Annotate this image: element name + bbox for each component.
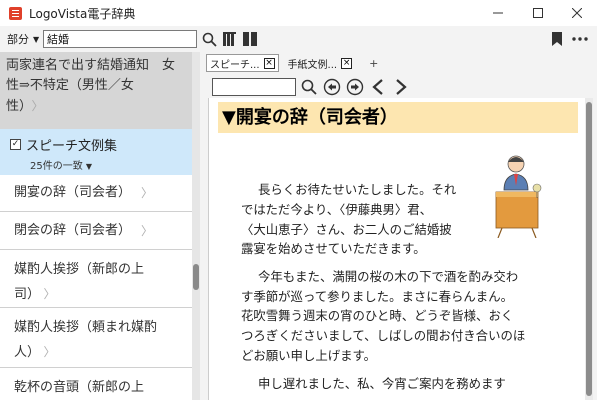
previous-match-button[interactable] (368, 77, 388, 97)
bookmark-button[interactable] (548, 30, 566, 48)
result-item-label: 乾杯の音頭（新郎の上 (14, 380, 145, 395)
search-icon (202, 32, 217, 47)
result-item[interactable]: 媒酌人挨拶（頼まれ媒酌 人） 〉 (0, 308, 192, 368)
paragraph-line: 〈大山恵子〉さん、お二人のご結婚披 (241, 222, 452, 237)
result-item-line: 性） 〉 (6, 96, 186, 117)
group-count-text: 25件の一致 (30, 161, 83, 172)
chevron-right-icon: 〉 (141, 223, 154, 238)
chevron-right-icon: 〉 (31, 99, 44, 113)
dropdown-caret-icon: ▼ (33, 34, 40, 44)
forward-button[interactable] (345, 77, 365, 97)
chevron-right-icon: 〉 (141, 186, 154, 200)
result-item-line: 性⇒不特定（男性／女 (6, 78, 134, 93)
close-window-button[interactable] (557, 0, 597, 26)
paragraph-line: す季節が巡って参りました。まさに春らんまん。 (241, 289, 513, 304)
more-icon (572, 37, 588, 41)
next-arrow-icon (396, 79, 407, 95)
books-icon (223, 32, 236, 46)
search-button[interactable] (200, 30, 218, 48)
entry-heading: ▼開宴の辞（司会者） (218, 102, 578, 133)
group-name: スピーチ文例集 (26, 139, 118, 154)
prev-arrow-icon (372, 79, 383, 95)
results-scrollbar-thumb[interactable] (193, 264, 199, 290)
search-input[interactable] (43, 30, 197, 48)
tab-close-button[interactable]: × (341, 57, 353, 69)
minimize-icon (493, 12, 503, 14)
paragraph-line: 長らくお待たせいたしました。それ (258, 182, 457, 197)
paragraph-line: どお願い申し上げます。 (241, 348, 377, 363)
forward-icon (346, 78, 364, 96)
back-button[interactable] (322, 77, 342, 97)
in-document-nav (212, 77, 411, 97)
result-item[interactable]: 開宴の辞（司会者） 〉 (0, 175, 192, 212)
result-item-label: 司） (14, 287, 34, 302)
result-item[interactable]: 両家連名で出す結婚通知 女 性⇒不特定（男性／女 性） 〉 (0, 52, 192, 129)
back-icon (323, 78, 341, 96)
layout-button[interactable] (241, 30, 259, 48)
maximize-button[interactable] (518, 0, 558, 26)
maximize-icon (533, 8, 543, 18)
minimize-button[interactable] (478, 0, 518, 26)
result-item-line: 司） 〉 (14, 282, 178, 307)
next-match-button[interactable] (391, 77, 411, 97)
paragraph-line: ではただ今より、〈伊藤典男〉君、 (241, 202, 433, 217)
dictionaries-button[interactable] (222, 30, 240, 48)
paragraph-line: 花吹雪舞う週末の宵のひと時、どうぞ皆様、おく (241, 308, 514, 323)
result-item-label: 閉会の辞（司会者） (14, 222, 132, 238)
result-item[interactable]: 乾杯の音頭（新郎の上 (0, 368, 192, 400)
result-item-label: 人） (14, 345, 34, 360)
window-title: LogoVista電子辞典 (29, 6, 136, 21)
group-count[interactable]: 25件の一致 ▼ (30, 157, 182, 172)
search-icon (301, 79, 317, 95)
result-item-label: 媒酌人挨拶（頼まれ媒酌 (14, 320, 158, 335)
paragraph-line: 今年もまた、満開の桜の木の下で酒を酌み交わ (258, 269, 519, 284)
find-button[interactable] (299, 77, 319, 97)
tab-label: 手紙文例... (287, 59, 338, 71)
tab-letters[interactable]: 手紙文例... × (285, 54, 356, 72)
result-item-line: 両家連名で出す結婚通知 女 (6, 58, 176, 73)
find-in-page-input[interactable] (212, 78, 296, 96)
search-mode-dropdown[interactable]: 部分 ▼ (7, 31, 39, 47)
tab-speech[interactable]: スピーチ... × (206, 54, 279, 72)
bookmark-icon (552, 32, 562, 46)
tab-close-button[interactable]: × (263, 57, 275, 69)
chevron-right-icon: 〉 (43, 345, 56, 359)
paragraph-line: つろぎくださいまして、しばしの間お付き合いのほ (241, 328, 526, 343)
document-scrollbar-thumb[interactable] (586, 102, 592, 396)
result-item-line-text: 性） (6, 99, 26, 114)
tab-label: スピーチ... (210, 59, 260, 71)
result-group-header[interactable]: ✓ スピーチ文例集 25件の一致 ▼ (0, 129, 192, 175)
results-scrollbar[interactable] (192, 52, 200, 400)
add-tab-button[interactable]: + (369, 57, 378, 70)
chevron-right-icon: 〉 (43, 287, 56, 301)
result-item-label: 媒酌人挨拶（新郎の上 (14, 262, 145, 277)
paragraph-line: 露宴を始めさせていただきます。 (241, 241, 426, 256)
group-checkbox[interactable]: ✓ (10, 139, 21, 150)
result-item[interactable]: 閉会の辞（司会者） 〉 (0, 212, 192, 250)
columns-icon (243, 32, 257, 46)
result-item-label: 開宴の辞（司会者） (14, 185, 132, 200)
result-item[interactable]: 媒酌人挨拶（新郎の上 司） 〉 (0, 250, 192, 308)
tab-bar: スピーチ... × 手紙文例... × + (206, 54, 378, 72)
speaker-illustration (495, 155, 542, 238)
chevron-down-icon: ▼ (85, 162, 93, 171)
more-button[interactable] (571, 30, 589, 48)
search-mode-label: 部分 (7, 33, 29, 46)
result-item-line: 人） 〉 (14, 340, 178, 365)
app-icon (9, 6, 22, 20)
close-icon (572, 8, 582, 18)
paragraph-line: 申し遅れました、私、今宵ご案内を務めます (258, 376, 506, 391)
